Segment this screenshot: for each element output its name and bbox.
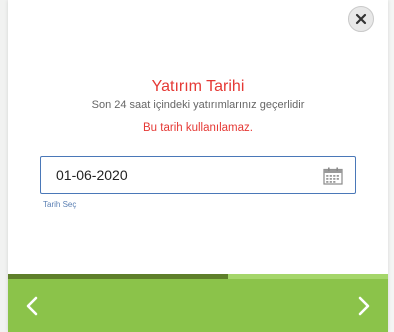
date-input[interactable] <box>41 158 316 192</box>
backdrop <box>388 0 394 332</box>
date-modal: Yatırım Tarihi Son 24 saat içindeki yatı… <box>8 0 388 332</box>
date-field <box>40 156 356 194</box>
modal-title: Yatırım Tarihi <box>151 78 245 95</box>
chevron-right-icon <box>358 296 370 316</box>
footer-nav <box>8 279 388 332</box>
chevron-left-icon <box>26 296 38 316</box>
screen: Yatırım Tarihi Son 24 saat içindeki yatı… <box>0 0 394 332</box>
backdrop <box>0 0 8 332</box>
next-button[interactable] <box>350 292 378 320</box>
close-icon <box>355 13 367 25</box>
error-message: Bu tarih kullanılamaz. <box>143 122 253 134</box>
close-button[interactable] <box>348 6 374 32</box>
date-field-label: Tarih Seç <box>43 200 77 209</box>
prev-button[interactable] <box>18 292 46 320</box>
calendar-icon[interactable] <box>323 167 343 185</box>
modal-subtitle: Son 24 saat içindeki yatırımlarınız geçe… <box>91 99 305 111</box>
